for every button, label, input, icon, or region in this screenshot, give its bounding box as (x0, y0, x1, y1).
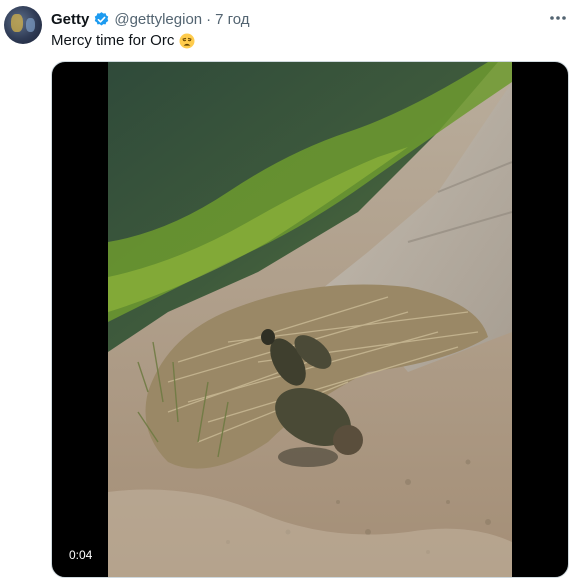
tweet-text-content: Mercy time for Orc (51, 32, 175, 49)
tweet[interactable]: Getty @gettylegion · 7 год Mercy time fo… (0, 0, 572, 581)
avatar[interactable] (4, 6, 42, 44)
tweet-text: Mercy time for Orc (51, 31, 195, 51)
weary-face-emoji (179, 33, 195, 49)
video-player[interactable]: 0:04 (51, 61, 569, 578)
user-handle[interactable]: @gettylegion (114, 11, 202, 28)
separator-dot: · (206, 10, 212, 28)
timestamp[interactable]: 7 год (215, 11, 249, 28)
tweet-header: Getty @gettylegion · 7 год (51, 9, 250, 29)
more-horizontal-icon[interactable] (548, 9, 568, 27)
video-duration: 0:04 (64, 546, 98, 564)
display-name[interactable]: Getty (51, 11, 89, 28)
verified-badge-icon (93, 11, 110, 28)
video-frame (108, 62, 512, 577)
